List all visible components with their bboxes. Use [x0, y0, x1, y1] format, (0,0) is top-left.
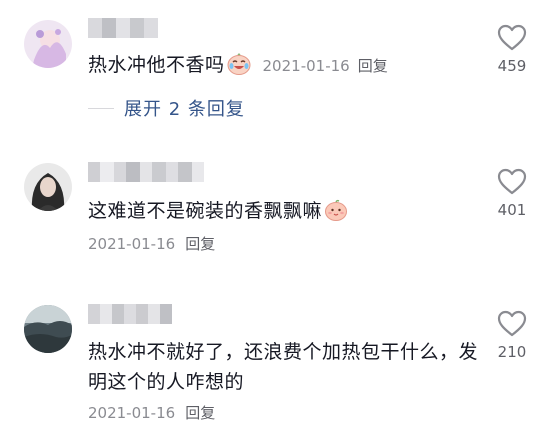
like-count: 210	[497, 343, 527, 361]
expand-replies-label: 展开 2 条回复	[124, 99, 245, 120]
comment-text: 热水冲不就好了，还浪费个加热包干什么，发明这个的人咋想的	[88, 341, 479, 393]
avatar[interactable]	[24, 20, 72, 68]
comment-text: 这难道不是碗装的香飘飘嘛	[88, 196, 488, 230]
comment-meta: 2021-01-16 回复	[263, 57, 388, 75]
like-count: 401	[497, 201, 527, 219]
username-blurred[interactable]	[88, 162, 204, 182]
comment-meta: 2021-01-16 回复	[88, 233, 215, 254]
like-button[interactable]: 210	[494, 310, 530, 361]
peach-face-icon	[324, 199, 348, 230]
like-button[interactable]: 459	[494, 24, 530, 75]
crying-laughing-face-icon	[227, 53, 251, 84]
reply-button[interactable]: 回复	[185, 235, 215, 253]
expand-replies-button[interactable]: 展开 2 条回复	[88, 95, 245, 121]
avatar[interactable]	[24, 163, 72, 211]
heart-icon	[497, 168, 527, 195]
reply-button[interactable]: 回复	[185, 404, 215, 422]
comment-date: 2021-01-16	[88, 404, 176, 422]
like-button[interactable]: 401	[494, 168, 530, 219]
avatar[interactable]	[24, 305, 72, 353]
comment-meta: 2021-01-16 回复	[88, 402, 215, 423]
divider-line	[88, 107, 114, 109]
username-blurred[interactable]	[88, 18, 158, 38]
comment-date: 2021-01-16	[262, 57, 350, 75]
reply-button[interactable]: 回复	[358, 57, 388, 75]
heart-icon	[497, 24, 527, 51]
heart-icon	[497, 310, 527, 337]
comment-text: 热水冲他不香吗 2021-01-16 回复	[88, 50, 488, 84]
comment-date: 2021-01-16	[88, 235, 176, 253]
like-count: 459	[497, 57, 527, 75]
username-blurred[interactable]	[88, 304, 172, 324]
